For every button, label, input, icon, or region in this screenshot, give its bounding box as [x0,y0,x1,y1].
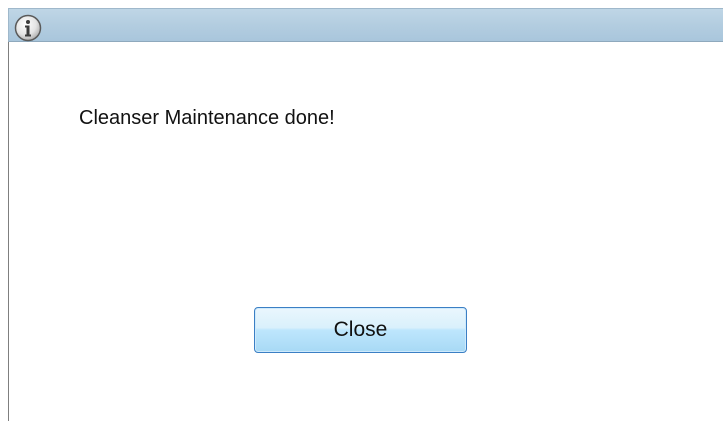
close-button[interactable]: Close [254,307,467,353]
message-text: Cleanser Maintenance done! [79,107,335,129]
title-bar [8,8,723,42]
info-dialog: Cleanser Maintenance done! Close [0,0,723,421]
info-icon [14,14,42,42]
dialog-body: Cleanser Maintenance done! [8,42,723,421]
